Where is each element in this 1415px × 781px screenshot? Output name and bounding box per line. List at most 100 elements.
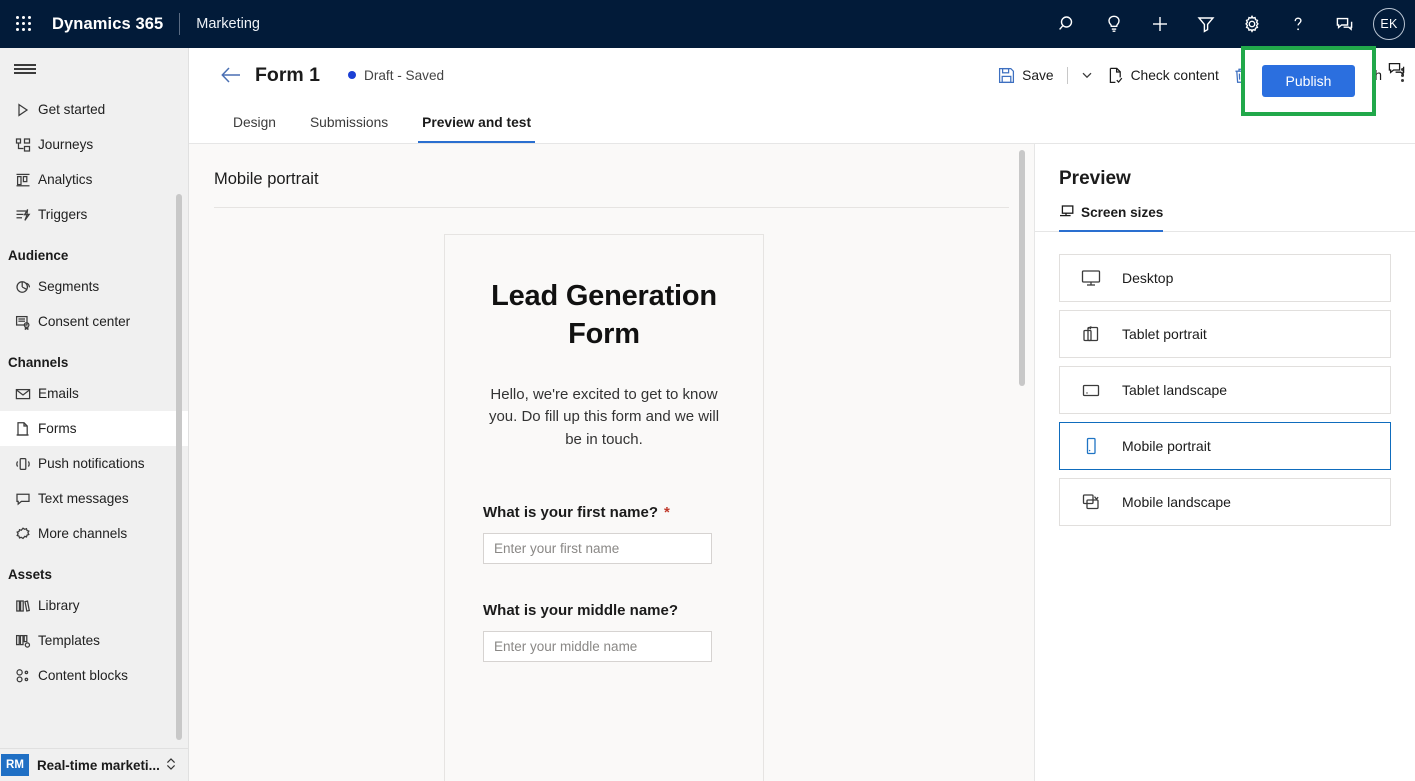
sidebar-item-label: Segments — [38, 279, 100, 294]
preview-heading: Mobile portrait — [189, 144, 1034, 189]
tab-preview-and-test[interactable]: Preview and test — [418, 101, 535, 143]
lightbulb-icon[interactable] — [1091, 0, 1137, 48]
sidebar-item-get-started[interactable]: Get started — [0, 92, 188, 127]
sidebar-item-segments[interactable]: Segments — [0, 269, 188, 304]
sidebar-item-analytics[interactable]: Analytics — [0, 162, 188, 197]
gear-icon[interactable] — [1229, 0, 1275, 48]
sidebar-item-triggers[interactable]: Triggers — [0, 197, 188, 232]
sidebar-item-label: Content blocks — [38, 668, 128, 683]
form-subtitle: Hello, we're excited to get to know you.… — [488, 385, 720, 449]
email-icon — [8, 386, 38, 402]
preview-divider — [214, 207, 1009, 208]
mobile-portrait-icon — [1060, 436, 1122, 456]
tablet-landscape-icon — [1060, 380, 1122, 400]
preview-canvas: Mobile portrait Lead Generation Form Hel… — [189, 144, 1034, 781]
search-icon[interactable] — [1045, 0, 1091, 48]
command-bar: Form 1 Draft - Saved Save Check content — [189, 48, 1415, 102]
app-launcher-icon[interactable] — [0, 0, 48, 48]
middle-name-input[interactable] — [483, 630, 712, 662]
sidebar-item-library[interactable]: Library — [0, 588, 188, 623]
first-name-input[interactable] — [483, 532, 712, 564]
publish-button[interactable]: Publish — [1261, 65, 1356, 97]
sidebar-item-templates[interactable]: Templates — [0, 623, 188, 658]
sidebar-item-push-notifications[interactable]: Push notifications — [0, 446, 188, 481]
text-message-icon — [8, 491, 38, 507]
publish-highlight-box: Publish — [1241, 46, 1376, 116]
sidebar-group-audience: Audience — [8, 248, 69, 263]
preview-scrollbar[interactable] — [1019, 150, 1025, 386]
save-split-button: Save — [991, 57, 1099, 93]
sidebar-item-label: Triggers — [38, 207, 88, 222]
sidebar-item-label: Get started — [38, 102, 106, 117]
page-tabs: Design Submissions Preview and test — [189, 102, 1415, 144]
sidebar-item-label: Forms — [38, 421, 77, 436]
templates-icon — [8, 633, 38, 649]
feedback-panel-icon[interactable] — [1383, 56, 1409, 82]
app-switcher-badge: RM — [1, 754, 29, 776]
app-name-label[interactable]: Marketing — [196, 16, 260, 32]
sidebar-item-forms[interactable]: Forms — [0, 411, 188, 446]
play-icon — [8, 102, 38, 118]
screen-size-tablet-landscape[interactable]: Tablet landscape — [1059, 366, 1391, 414]
tab-screen-sizes[interactable]: Screen sizes — [1059, 204, 1164, 232]
content-blocks-icon — [8, 668, 38, 684]
form-field-label: What is your middle name? — [483, 602, 725, 619]
sidebar-group-channels: Channels — [8, 355, 69, 370]
screen-size-label: Desktop — [1122, 270, 1174, 286]
screen-size-label: Tablet landscape — [1122, 382, 1228, 398]
tab-label: Preview and test — [422, 114, 532, 130]
sidebar-nav: Get started Journeys Analytics Triggers — [0, 90, 188, 693]
sidebar-scrollbar[interactable] — [176, 194, 182, 740]
sidebar-item-consent-center[interactable]: Consent center — [0, 304, 188, 339]
sidebar-item-text-messages[interactable]: Text messages — [0, 481, 188, 516]
sidebar-item-label: Push notifications — [38, 456, 145, 471]
sidebar-item-label: Text messages — [38, 491, 129, 506]
device-preview-frame: Lead Generation Form Hello, we're excite… — [444, 234, 764, 781]
page-title: Form 1 — [255, 63, 321, 86]
app-switcher[interactable]: RM Real-time marketi... — [0, 748, 188, 781]
consent-icon — [8, 314, 38, 330]
screen-size-tablet-portrait[interactable]: Tablet portrait — [1059, 310, 1391, 358]
tab-design[interactable]: Design — [229, 101, 280, 143]
chevron-updown-icon — [165, 757, 177, 773]
avatar[interactable]: EK — [1373, 8, 1405, 40]
screen-size-desktop[interactable]: Desktop — [1059, 254, 1391, 302]
sidebar-item-label: More channels — [38, 526, 128, 541]
help-icon[interactable] — [1275, 0, 1321, 48]
screen-size-label: Tablet portrait — [1122, 326, 1207, 342]
sidebar-item-more-channels[interactable]: More channels — [0, 516, 188, 551]
sidebar-item-emails[interactable]: Emails — [0, 376, 188, 411]
hamburger-menu-icon[interactable] — [0, 48, 188, 90]
forms-icon — [8, 421, 38, 437]
required-marker: * — [664, 503, 670, 521]
sidebar-item-label: Analytics — [38, 172, 93, 187]
check-content-label: Check content — [1130, 67, 1219, 83]
form-title: Lead Generation Form — [491, 280, 717, 351]
screen-size-mobile-portrait[interactable]: Mobile portrait — [1059, 422, 1391, 470]
form-field-label-text: What is your middle name? — [483, 601, 679, 619]
feedback-icon[interactable] — [1321, 0, 1367, 48]
tablet-portrait-icon — [1060, 324, 1122, 344]
save-button[interactable]: Save — [991, 57, 1060, 93]
preview-panel-title: Preview — [1059, 168, 1131, 189]
screen-size-list: Desktop Tablet portrait Tablet landscape… — [1035, 232, 1415, 526]
filter-icon[interactable] — [1183, 0, 1229, 48]
plus-icon[interactable] — [1137, 0, 1183, 48]
status-text: Draft - Saved — [364, 67, 445, 83]
preview-heading-label: Mobile portrait — [214, 170, 319, 188]
check-content-button[interactable]: Check content — [1100, 57, 1226, 93]
status-badge: Draft - Saved — [348, 68, 444, 83]
save-button-label: Save — [1022, 67, 1054, 83]
preview-panel: Preview Screen sizes Desktop Tablet port… — [1034, 144, 1415, 781]
sidebar-item-journeys[interactable]: Journeys — [0, 127, 188, 162]
sidebar-item-content-blocks[interactable]: Content blocks — [0, 658, 188, 693]
back-arrow-icon[interactable] — [211, 55, 251, 95]
save-dropdown-chevron-down-icon[interactable] — [1074, 57, 1100, 93]
sidebar-item-label: Library — [38, 598, 80, 613]
sidebar-item-label: Templates — [38, 633, 100, 648]
lead-form: Lead Generation Form Hello, we're excite… — [445, 235, 763, 662]
brand-title[interactable]: Dynamics 365 — [52, 15, 163, 34]
screen-size-mobile-landscape[interactable]: Mobile landscape — [1059, 478, 1391, 526]
tab-submissions[interactable]: Submissions — [306, 101, 392, 143]
more-channels-icon — [8, 526, 38, 542]
